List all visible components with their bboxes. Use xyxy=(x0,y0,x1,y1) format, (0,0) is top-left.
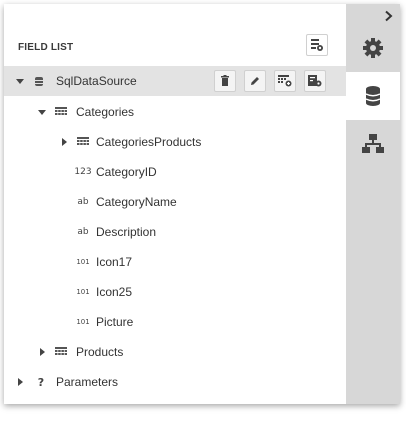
tree-label-icon25: Icon25 xyxy=(96,285,133,299)
tree-label-categoryname: CategoryName xyxy=(96,195,177,209)
tree-row-picture[interactable]: 101 Picture xyxy=(4,307,346,337)
tree-row-categoryname[interactable]: ab CategoryName xyxy=(4,187,346,217)
trash-icon xyxy=(221,75,229,86)
collapsed-arrow-icon[interactable] xyxy=(38,348,46,356)
expanded-arrow-icon[interactable] xyxy=(38,108,46,116)
binary-type-icon: 101 xyxy=(76,258,90,266)
parameters-icon: ? xyxy=(37,375,45,389)
tree-label-categoriesproducts: CategoriesProducts xyxy=(96,135,202,149)
tab-field-list[interactable] xyxy=(346,72,400,120)
string-type-icon: ab xyxy=(77,197,89,207)
tree-label-description: Description xyxy=(96,225,157,239)
tree-label-icon17: Icon17 xyxy=(96,255,133,269)
database-icon xyxy=(365,86,381,106)
tree-label-categoryid: CategoryID xyxy=(96,165,157,179)
tree-row-categoriesproducts[interactable]: CategoriesProducts xyxy=(4,127,346,157)
tab-properties[interactable] xyxy=(346,24,400,72)
number-type-icon: 123 xyxy=(74,167,92,177)
pencil-icon xyxy=(251,77,259,85)
collapsed-arrow-icon[interactable] xyxy=(60,138,68,146)
string-type-icon: ab xyxy=(77,227,89,237)
tree-row-categories[interactable]: Categories xyxy=(4,97,346,127)
tree-row-products[interactable]: Products xyxy=(4,337,346,367)
binary-type-icon: 101 xyxy=(76,288,90,296)
datasource-settings-icon xyxy=(311,39,323,51)
query-settings-icon xyxy=(308,75,322,87)
tree-row-categoryid[interactable]: 123 CategoryID xyxy=(4,157,346,187)
tree-row-icon25[interactable]: 101 Icon25 xyxy=(4,277,346,307)
tree-row-parameters[interactable]: ? Parameters xyxy=(4,367,346,397)
panel-title: FIELD LIST xyxy=(18,42,74,53)
expanded-arrow-icon[interactable] xyxy=(16,77,24,85)
tree-label-categories: Categories xyxy=(76,105,135,119)
gear-icon xyxy=(363,38,383,58)
tree-label-products: Products xyxy=(76,345,124,359)
table-icon xyxy=(54,106,68,118)
tree-row-description[interactable]: ab Description xyxy=(4,217,346,247)
table-icon xyxy=(76,136,90,148)
hierarchy-icon xyxy=(362,134,384,153)
tree-label-sqldatasource: SqlDataSource xyxy=(56,74,137,88)
tree-row-icon17[interactable]: 101 Icon17 xyxy=(4,247,346,277)
collapse-panel-icon[interactable] xyxy=(383,10,395,22)
remove-datasource-button[interactable] xyxy=(214,70,236,92)
side-tab-strip xyxy=(346,4,400,404)
tree-label-parameters: Parameters xyxy=(56,375,119,389)
rename-datasource-button[interactable] xyxy=(244,70,266,92)
field-list-main: FIELD LIST SqlDataSource Categories Cate… xyxy=(4,4,346,404)
field-list-header: FIELD LIST xyxy=(4,30,346,64)
add-query-button[interactable] xyxy=(274,70,296,92)
binary-type-icon: 101 xyxy=(76,318,90,326)
field-list-panel: FIELD LIST SqlDataSource Categories Cate… xyxy=(4,4,400,404)
collapsed-arrow-icon[interactable] xyxy=(16,378,24,386)
table-add-icon xyxy=(278,75,292,87)
database-icon xyxy=(32,75,46,87)
edit-parameters-button[interactable] xyxy=(304,70,326,92)
tree-row-sqldatasource[interactable]: SqlDataSource xyxy=(4,66,346,96)
add-datasource-button[interactable] xyxy=(306,34,328,56)
table-icon xyxy=(54,346,68,358)
tree-label-picture: Picture xyxy=(96,315,134,329)
tab-report-explorer[interactable] xyxy=(346,120,400,168)
